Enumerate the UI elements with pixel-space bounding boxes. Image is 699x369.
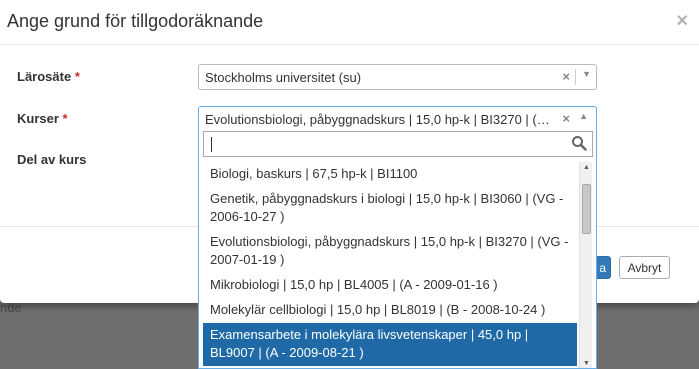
- modal-title: Ange grund för tillgodoräknande: [7, 11, 264, 31]
- required-marker: *: [62, 111, 68, 126]
- del-av-kurs-label: Del av kurs: [17, 152, 87, 167]
- kurser-dropdown: Biologi, baskurs | 67,5 hp-k | BI1100 Ge…: [198, 131, 597, 369]
- required-marker: *: [74, 69, 80, 84]
- kurser-value: Evolutionsbiologi, påbyggnadskurs | 15,0…: [205, 112, 550, 127]
- kurser-label: Kurser *: [17, 111, 68, 126]
- close-icon[interactable]: ×: [676, 10, 688, 33]
- scroll-thumb[interactable]: [582, 184, 591, 234]
- text-caret: [211, 137, 212, 152]
- chevron-down-icon[interactable]: ▼: [582, 69, 591, 79]
- search-icon: [572, 136, 587, 151]
- dropdown-option[interactable]: Biologi, baskurs | 67,5 hp-k | BI1100: [203, 162, 577, 187]
- dropdown-options: Biologi, baskurs | 67,5 hp-k | BI1100 Ge…: [203, 162, 577, 366]
- dropdown-option[interactable]: Mikrobiologi | 15,0 hp | BL4005 | (A - 2…: [203, 273, 577, 298]
- clear-icon[interactable]: ×: [562, 111, 570, 126]
- larosate-label: Lärosäte *: [17, 69, 80, 84]
- dropdown-search-input[interactable]: [203, 131, 593, 157]
- kurser-select[interactable]: Evolutionsbiologi, påbyggnadskurs | 15,0…: [198, 106, 597, 132]
- scroll-down-icon[interactable]: ▼: [583, 360, 590, 367]
- dropdown-scrollbar[interactable]: ▲ ▼: [579, 162, 592, 368]
- scroll-up-icon[interactable]: ▲: [583, 164, 590, 171]
- clear-icon[interactable]: ×: [562, 69, 570, 84]
- dropdown-option-highlighted[interactable]: Examensarbete i molekylära livsvetenskap…: [203, 323, 577, 366]
- larosate-value: Stockholms universitet (su): [205, 70, 362, 85]
- select-divider: [575, 69, 576, 85]
- larosate-select[interactable]: Stockholms universitet (su) × ▼: [198, 64, 597, 90]
- dropdown-option[interactable]: Evolutionsbiologi, påbyggnadskurs | 15,0…: [203, 230, 577, 273]
- dropdown-option[interactable]: Molekylär cellbiologi | 15,0 hp | BL8019…: [203, 298, 577, 323]
- chevron-up-icon[interactable]: ▲: [579, 111, 588, 121]
- dropdown-option[interactable]: Genetik, påbyggnadskurs i biologi | 15,0…: [203, 187, 577, 230]
- cancel-button[interactable]: Avbryt: [619, 256, 670, 279]
- modal-header: Ange grund för tillgodoräknande ×: [0, 0, 699, 45]
